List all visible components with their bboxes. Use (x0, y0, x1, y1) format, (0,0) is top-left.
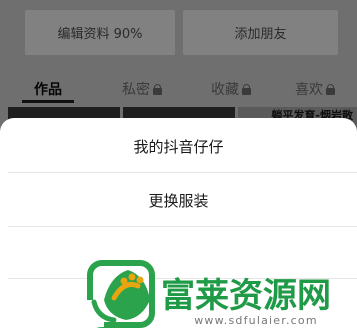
site-watermark: 富莱资源网 www.sdfulaier.com (86, 260, 331, 328)
watermark-title: 富莱资源网 (161, 276, 331, 316)
watermark-logo (86, 260, 155, 328)
watermark-url: www.sdfulaier.com (194, 314, 318, 327)
